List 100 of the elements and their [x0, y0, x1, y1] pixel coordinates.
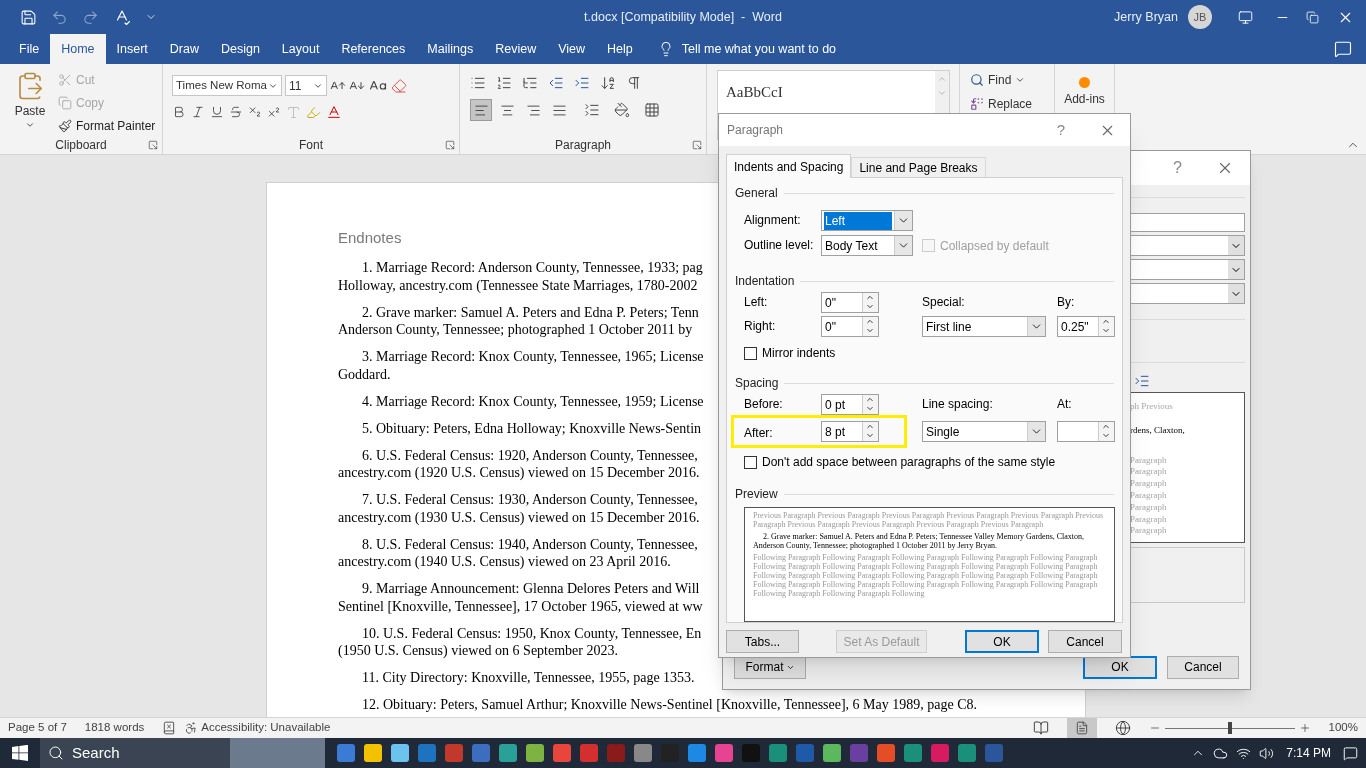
- app-tile-icon[interactable]: [364, 744, 382, 762]
- dialog-tab[interactable]: Line and Page Breaks: [851, 157, 986, 177]
- add-ins-button[interactable]: Add-ins: [1064, 77, 1105, 108]
- app-tile-icon[interactable]: [931, 744, 949, 762]
- app-tile-icon[interactable]: [850, 744, 868, 762]
- multilevel-list-icon[interactable]: [522, 75, 538, 91]
- at-field[interactable]: [1057, 421, 1115, 442]
- dialog-tab[interactable]: Indents and Spacing: [726, 154, 852, 178]
- highlighter-icon[interactable]: [306, 104, 321, 120]
- redo-icon[interactable]: [82, 8, 99, 26]
- ribbon-tab[interactable]: Design: [209, 34, 271, 64]
- app-tile-icon[interactable]: [715, 744, 733, 762]
- zoom-slider-thumb[interactable]: [1227, 722, 1232, 734]
- zoom-in-icon[interactable]: [1298, 722, 1311, 734]
- checkbox[interactable]: [744, 455, 757, 469]
- mirror-indents-checkbox-row[interactable]: Mirror indents: [744, 344, 1114, 362]
- before-field[interactable]: 0 pt: [821, 394, 879, 415]
- app-tile-icon[interactable]: [742, 744, 760, 762]
- cancel-button[interactable]: Cancel: [1048, 630, 1122, 653]
- app-tile-icon[interactable]: [553, 744, 571, 762]
- ribbon-tab[interactable]: Help: [596, 34, 644, 64]
- increase-indent-icon[interactable]: [574, 75, 590, 91]
- app-tile-icon[interactable]: [526, 744, 544, 762]
- app-tile-icon[interactable]: [499, 744, 517, 762]
- decrease-indent-icon[interactable]: [548, 75, 564, 91]
- help-button[interactable]: ?: [1056, 118, 1065, 142]
- ribbon-tab[interactable]: File: [8, 34, 51, 64]
- replace-button[interactable]: Replace: [970, 94, 1054, 114]
- ribbon-display-icon[interactable]: [1238, 9, 1253, 25]
- ribbon-tab[interactable]: Mailings: [416, 34, 485, 64]
- read-mode-icon[interactable]: [1032, 720, 1049, 736]
- subscript-icon[interactable]: [248, 105, 262, 119]
- clock[interactable]: 7:14 PM: [1282, 744, 1335, 762]
- by-field[interactable]: 0.25": [1057, 316, 1115, 337]
- strikethrough-icon[interactable]: [229, 105, 243, 119]
- bold-icon[interactable]: [172, 105, 186, 119]
- accessibility-status[interactable]: Accessibility: Unavailable: [201, 719, 331, 737]
- font-color-icon[interactable]: [326, 104, 342, 120]
- italic-icon[interactable]: [191, 105, 205, 119]
- taskbar-search-box[interactable]: Search: [40, 738, 230, 768]
- format-painter-button[interactable]: Format Painter: [58, 116, 156, 135]
- ribbon-tab[interactable]: Home: [50, 34, 106, 64]
- page-count[interactable]: Page 5 of 7: [8, 719, 67, 737]
- right-indent-field[interactable]: 0": [821, 316, 879, 337]
- ribbon-tab[interactable]: Draw: [158, 34, 210, 64]
- zoom-slider[interactable]: [1164, 722, 1295, 734]
- line-spacing-icon[interactable]: [584, 102, 600, 118]
- ok-button[interactable]: OK: [965, 630, 1039, 653]
- shading-icon[interactable]: [614, 102, 630, 118]
- checkbox[interactable]: [744, 346, 757, 360]
- dont-add-space-checkbox-row[interactable]: Don't add space between paragraphs of the same style: [744, 453, 1114, 471]
- app-tile-icon[interactable]: [445, 744, 463, 762]
- volume-icon[interactable]: [1259, 745, 1275, 761]
- pilcrow-icon[interactable]: [626, 75, 642, 91]
- ribbon-tab[interactable]: Insert: [105, 34, 159, 64]
- paste-button[interactable]: Paste: [10, 70, 50, 136]
- app-tile-icon[interactable]: [769, 744, 787, 762]
- tabs-button[interactable]: Tabs...: [726, 630, 799, 653]
- font-name-select[interactable]: Times New Roma: [172, 75, 282, 96]
- borders-icon[interactable]: [644, 102, 660, 118]
- app-tile-icon[interactable]: [337, 744, 355, 762]
- comments-icon[interactable]: [1334, 40, 1352, 58]
- ribbon-tab[interactable]: View: [547, 34, 597, 64]
- web-layout-icon[interactable]: [1114, 720, 1131, 736]
- app-tile-icon[interactable]: [418, 744, 436, 762]
- app-tile-icon[interactable]: [823, 744, 841, 762]
- app-tile-icon[interactable]: [580, 744, 598, 762]
- undo-icon[interactable]: [51, 8, 68, 26]
- zoom-level[interactable]: 100%: [1328, 719, 1358, 737]
- cancel-button[interactable]: Cancel: [1167, 655, 1239, 679]
- alignment-select[interactable]: Left: [821, 210, 913, 231]
- app-tile-icon[interactable]: [796, 744, 814, 762]
- app-tile-icon[interactable]: [607, 744, 625, 762]
- app-tile-icon[interactable]: [904, 744, 922, 762]
- app-tile-icon[interactable]: [877, 744, 895, 762]
- font-size-select[interactable]: 11: [285, 75, 327, 96]
- cloud-icon[interactable]: [1213, 745, 1229, 761]
- find-button[interactable]: Find: [970, 70, 1054, 90]
- superscript-icon[interactable]: [267, 105, 281, 119]
- left-indent-field[interactable]: 0": [821, 292, 879, 313]
- ribbon-tab[interactable]: Layout: [270, 34, 331, 64]
- app-tile-icon[interactable]: [634, 744, 652, 762]
- line-spacing-select[interactable]: Single: [922, 421, 1046, 442]
- app-tile-icon[interactable]: [391, 744, 409, 762]
- text-effects-icon[interactable]: [286, 104, 301, 120]
- word-count[interactable]: 1818 words: [84, 719, 145, 737]
- app-tile-icon[interactable]: [985, 744, 1003, 762]
- sort-icon[interactable]: [600, 75, 616, 91]
- help-button[interactable]: ?: [1173, 156, 1182, 180]
- clear-formatting-icon[interactable]: [391, 77, 407, 94]
- restore-icon[interactable]: [1306, 10, 1319, 24]
- underline-icon[interactable]: [210, 105, 224, 119]
- outline-level-select[interactable]: Body Text: [821, 235, 913, 256]
- user-avatar[interactable]: JB: [1188, 5, 1212, 29]
- app-tile-icon[interactable]: [958, 744, 976, 762]
- numbering-icon[interactable]: [496, 75, 512, 91]
- app-tile-icon[interactable]: [688, 744, 706, 762]
- after-field[interactable]: 8 pt: [821, 421, 879, 442]
- notifications-icon[interactable]: [1343, 745, 1358, 761]
- special-select[interactable]: First line: [922, 316, 1046, 337]
